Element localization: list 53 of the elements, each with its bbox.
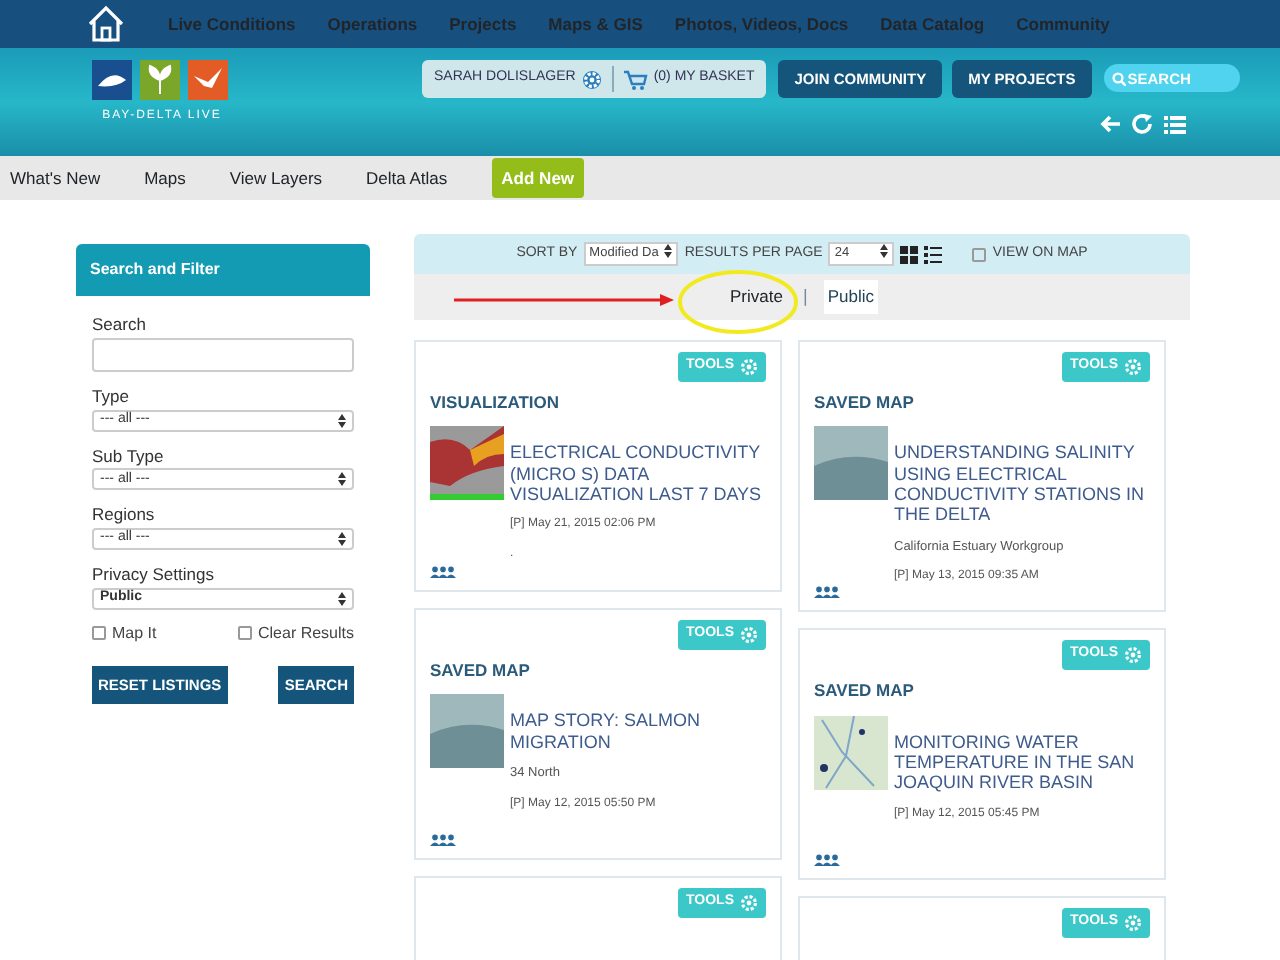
gear-icon: [740, 893, 758, 912]
field-label: Regions: [92, 502, 157, 528]
item-title[interactable]: ELECTRICAL CONDUCTIVITY (MICRO S) DATA VISUALIZATION LAST 7 DAYS: [510, 442, 766, 505]
chart-thumbnail[interactable]: [430, 426, 504, 501]
field-label: Type: [92, 383, 131, 409]
gear-icon: [1124, 914, 1142, 933]
field-label: Search: [92, 312, 148, 338]
tab-separator: |: [802, 283, 808, 310]
item-title[interactable]: MONITORING WATER TEMPERATURE IN THE SAN JOAQUIN RIVER BASIN: [894, 731, 1150, 794]
field-label: Sub Type: [92, 443, 166, 469]
highlight-circle: [676, 268, 800, 336]
item-title[interactable]: MAP STORY: SALMON MIGRATION: [510, 710, 766, 752]
select-arrows-icon: [338, 532, 346, 546]
search-input[interactable]: [92, 337, 354, 372]
select-arrows-icon: [338, 591, 346, 606]
arrow-left-icon[interactable]: [1100, 114, 1122, 134]
map-thumbnail[interactable]: [814, 715, 888, 790]
item-title[interactable]: UNDERSTANDING SALINITY USING ELECTRICAL CONDUCTIVITY STATIONS IN THE DELTA: [894, 442, 1150, 526]
search-icon: [1111, 71, 1126, 85]
panel-header: Search and Filter: [76, 244, 370, 296]
select-arrows-icon: [880, 244, 889, 259]
grid-view-icon[interactable]: [900, 245, 919, 263]
photo-placeholder[interactable]: [814, 426, 888, 501]
refresh-icon[interactable]: [1132, 114, 1154, 134]
subnav-link[interactable]: View Layers: [229, 165, 323, 191]
gear-icon: [1124, 357, 1142, 376]
select-arrows-icon: [338, 472, 346, 487]
photo-placeholder[interactable]: [430, 694, 504, 769]
gear-icon: [740, 625, 758, 644]
subnav-link[interactable]: What's New: [10, 165, 101, 191]
checkbox[interactable]: Clear Results: [237, 621, 354, 646]
home-icon[interactable]: [84, 4, 128, 44]
gear-icon: [1124, 646, 1142, 665]
item-type: SAVED MAP: [814, 677, 916, 704]
select-arrows-icon: [338, 413, 346, 427]
select-arrows-icon: [664, 244, 673, 259]
subnav-link[interactable]: Delta Atlas: [366, 165, 448, 191]
group-icon[interactable]: [814, 854, 840, 867]
privacy-tab[interactable]: Public: [823, 280, 878, 314]
group-icon[interactable]: [430, 566, 456, 578]
group-icon[interactable]: [430, 834, 456, 846]
item-type: VISUALIZATION: [430, 389, 562, 415]
checkbox[interactable]: Map It: [92, 621, 157, 646]
list-icon[interactable]: [1164, 114, 1186, 134]
group-icon[interactable]: [814, 586, 840, 599]
cart-icon[interactable]: [623, 69, 648, 89]
field-label: Privacy Settings: [92, 562, 216, 588]
subnav-link[interactable]: Maps: [144, 165, 186, 191]
gear-icon[interactable]: [581, 69, 602, 89]
gear-icon: [740, 357, 758, 376]
item-type: SAVED MAP: [430, 657, 532, 683]
list-view-icon[interactable]: [924, 245, 943, 263]
item-type: SAVED MAP: [814, 389, 916, 415]
